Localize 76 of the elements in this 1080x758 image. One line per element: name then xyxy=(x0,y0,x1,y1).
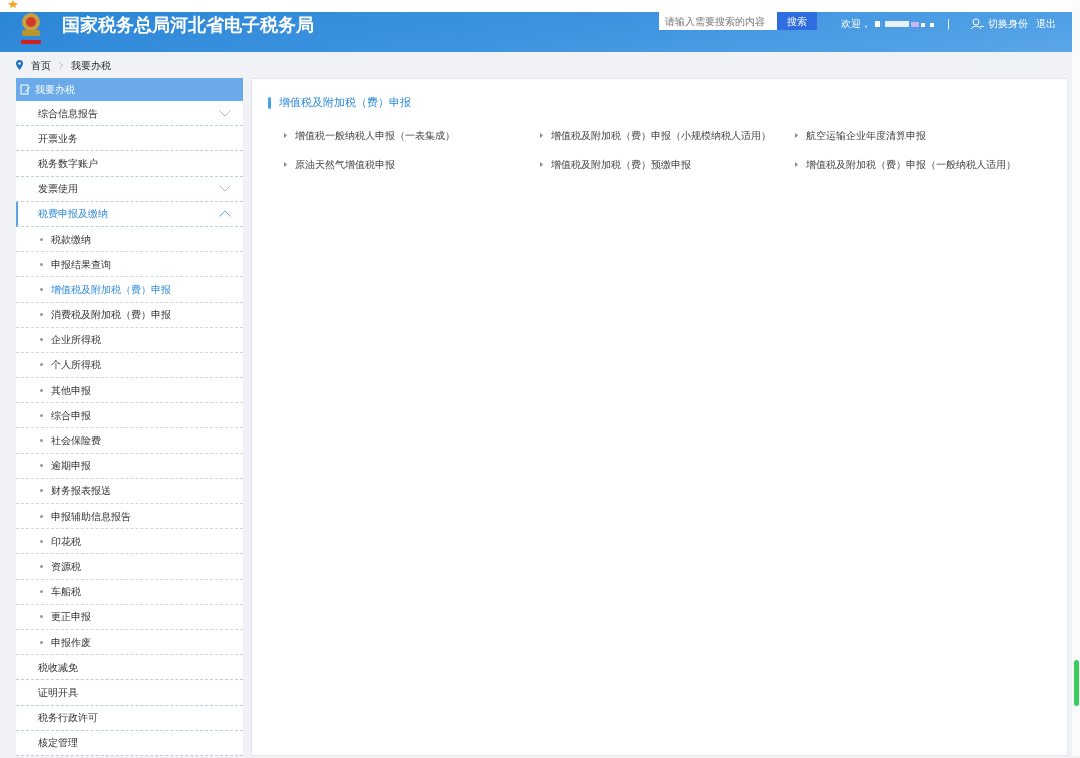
chevron-down-icon xyxy=(219,109,231,117)
triangle-bullet-icon xyxy=(795,132,799,138)
chevron-up-icon xyxy=(219,210,231,218)
site-title: 国家税务总局河北省电子税务局 xyxy=(62,16,314,34)
sidebar-subitem[interactable]: 其他申报 xyxy=(16,378,243,404)
sidebar-subitem[interactable]: 财务报表报送 xyxy=(16,478,243,504)
separator-text: | xyxy=(946,17,950,31)
sidebar-subitem[interactable]: 更正申报 xyxy=(16,604,243,630)
sidebar-subitem[interactable]: 个人所得税 xyxy=(16,352,243,379)
breadcrumb-link[interactable]: 我要办税 xyxy=(71,57,111,73)
service-link[interactable]: 航空运输企业年度清算申报 xyxy=(806,127,927,143)
breadcrumb-link[interactable]: 首页 xyxy=(31,57,51,73)
bullet-icon xyxy=(40,338,43,342)
sidebar-item[interactable]: 开票业务 xyxy=(16,126,243,152)
triangle-bullet-icon xyxy=(284,161,287,167)
chevron-down-icon xyxy=(219,185,231,193)
bullet-icon xyxy=(40,313,43,317)
masked-name xyxy=(874,19,935,28)
service-link[interactable]: 增值税一般纳税人申报（一表集成） xyxy=(295,127,455,143)
service-link[interactable]: 增值税及附加税（费）预缴申报 xyxy=(550,156,691,172)
bullet-icon xyxy=(40,262,43,266)
bullet-icon xyxy=(40,590,43,594)
sidebar-subitem[interactable]: 消费税及附加税（费）申报 xyxy=(16,302,243,328)
sidebar-title: 我要办税 xyxy=(35,83,75,97)
search-button[interactable]: 搜索 xyxy=(776,12,817,30)
sidebar-item[interactable]: 税费申报及缴纳 xyxy=(16,201,243,227)
bullet-icon xyxy=(40,413,43,417)
scroll-thumb[interactable] xyxy=(1073,660,1079,706)
sidebar-item[interactable]: 综合信息报告 xyxy=(16,101,243,127)
triangle-bullet-icon xyxy=(539,132,543,138)
star-icon xyxy=(8,0,18,8)
bullet-icon xyxy=(40,564,43,568)
triangle-bullet-icon xyxy=(795,161,799,167)
sidebar-item[interactable]: 税务行政许可 xyxy=(16,705,243,731)
service-link[interactable]: 增值税及附加税（费）申报（小规模纳税人适用） xyxy=(550,127,771,143)
bullet-icon xyxy=(40,363,43,367)
sidebar-subitem[interactable]: 逾期申报 xyxy=(16,453,243,479)
sidebar-subitem[interactable]: 社会保险费 xyxy=(16,428,243,454)
sidebar-item[interactable]: 核定管理 xyxy=(16,730,243,756)
bullet-icon xyxy=(40,464,43,468)
bullet-icon xyxy=(40,640,43,644)
bullet-icon xyxy=(40,489,43,493)
sidebar-subitem[interactable]: 申报作废 xyxy=(16,629,243,656)
service-link[interactable]: 原油天然气增值税申报 xyxy=(295,156,395,172)
sidebar-item[interactable]: 税务数字账户 xyxy=(16,151,243,177)
location-pin-icon xyxy=(16,60,23,70)
chevron-right-icon xyxy=(59,61,63,69)
sidebar-subitem[interactable]: 车船税 xyxy=(16,579,243,605)
service-link[interactable]: 增值税及附加税（费）申报（一般纳税人适用） xyxy=(806,156,1017,172)
sidebar-subitem[interactable]: 综合申报 xyxy=(16,403,243,429)
search-field[interactable]: 请输入需要搜索的内容 xyxy=(658,12,777,30)
section-title: 增值税及附加税（费）申报 xyxy=(279,95,411,111)
bullet-icon xyxy=(40,287,43,291)
bullet-icon xyxy=(40,514,43,518)
sidebar-item[interactable]: 税收减免 xyxy=(16,655,243,681)
scrollbar[interactable] xyxy=(1072,0,1080,756)
sidebar-subitem[interactable]: 增值税及附加税（费）申报 xyxy=(16,277,243,303)
bullet-icon xyxy=(40,388,43,392)
user-icon xyxy=(970,17,984,30)
sidebar-subitem[interactable]: 资源税 xyxy=(16,554,243,580)
sidebar-subitem[interactable]: 申报辅助信息报告 xyxy=(16,504,243,530)
bullet-icon xyxy=(40,539,43,543)
sidebar-item[interactable]: 发票使用 xyxy=(16,176,243,202)
bullet-icon xyxy=(40,439,43,443)
triangle-bullet-icon xyxy=(284,132,287,138)
sidebar-subitem[interactable]: 税款缴纳 xyxy=(16,226,243,253)
triangle-bullet-icon xyxy=(539,161,543,167)
title-bar-icon xyxy=(268,97,271,110)
welcome-text: 欢迎， xyxy=(840,17,871,31)
sidebar-subitem[interactable]: 申报结果查询 xyxy=(16,252,243,278)
bullet-icon xyxy=(40,237,43,241)
sidebar-item[interactable]: 证明开具 xyxy=(16,680,243,706)
bullet-icon xyxy=(40,615,43,619)
edit-icon xyxy=(20,84,31,95)
sidebar-subitem[interactable]: 印花税 xyxy=(16,529,243,555)
sidebar-subitem[interactable]: 企业所得税 xyxy=(16,327,243,353)
